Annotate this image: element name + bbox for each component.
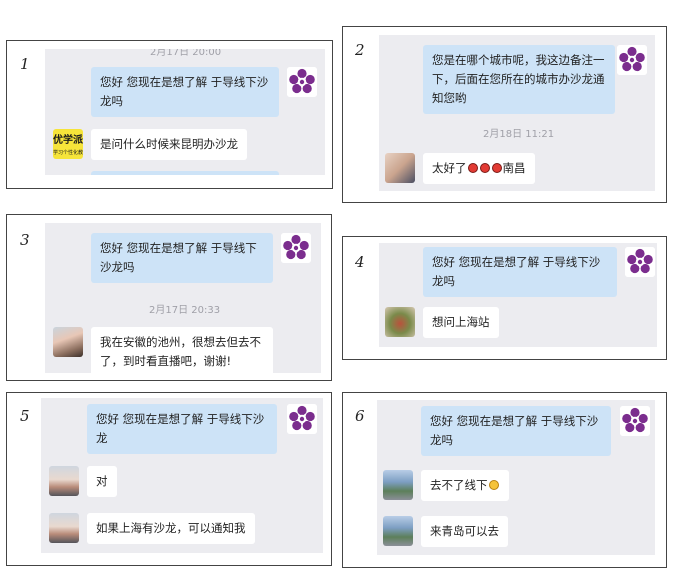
chat-panel-5: 5 您好 您现在是想了解 于导线下沙龙 对 如果上海有沙龙，可以通知我	[6, 392, 332, 566]
brand-flower-avatar[interactable]	[281, 233, 311, 263]
chat-panel-1: 1 2月17日 20:00 您好 您现在是想了解 于导线下沙龙吗 优学派学习个性…	[6, 40, 333, 189]
red-flower-emoji-icon	[479, 163, 490, 173]
panel-number: 6	[355, 407, 365, 425]
timestamp: 2月17日 20:33	[149, 305, 221, 316]
chat-panel-6: 6 您好 您现在是想了解 于导线下沙龙吗 去不了线下 来青岛可以去	[342, 392, 667, 568]
avatar[interactable]	[383, 516, 413, 546]
message-bubble-outgoing-partial	[91, 171, 279, 175]
avatar-brand-text: 优学派	[53, 135, 83, 146]
brand-flower-avatar[interactable]	[625, 247, 655, 277]
panel-number: 1	[20, 55, 30, 73]
chat-window: 您好 您现在是想了解 于导线下沙龙吗 去不了线下 来青岛可以去	[377, 400, 655, 555]
chat-window: 您是在哪个城市呢，我这边备注一下，后面在您所在的城市办沙龙通知您哟 2月18日 …	[379, 35, 655, 191]
message-bubble-incoming[interactable]: 去不了线下	[421, 470, 509, 501]
avatar[interactable]	[385, 307, 415, 337]
message-bubble-incoming[interactable]: 如果上海有沙龙，可以通知我	[87, 513, 255, 544]
message-bubble-outgoing[interactable]: 您是在哪个城市呢，我这边备注一下，后面在您所在的城市办沙龙通知您哟	[423, 45, 615, 114]
avatar[interactable]	[49, 466, 79, 496]
chat-window: 您好 您现在是想了解 于导线下沙龙吗 想问上海站	[379, 243, 657, 347]
flower-logo-icon	[287, 404, 317, 434]
message-text: 南昌	[502, 161, 526, 175]
message-bubble-outgoing[interactable]: 您好 您现在是想了解 于导线下沙龙吗	[91, 67, 279, 117]
red-flower-emoji-icon	[467, 163, 478, 173]
avatar[interactable]: 优学派学习个性化教育	[53, 129, 83, 159]
message-text: 去不了线下	[430, 478, 488, 492]
flower-logo-icon	[625, 247, 655, 277]
avatar[interactable]	[385, 153, 415, 183]
chat-panel-3: 3 您好 您现在是想了解 于导线下沙龙吗 2月17日 20:33 我在安徽的池州…	[6, 214, 332, 381]
chat-window: 2月17日 20:00 您好 您现在是想了解 于导线下沙龙吗 优学派学习个性化教…	[45, 49, 325, 175]
smiling-face-emoji-icon	[488, 480, 499, 490]
message-bubble-incoming[interactable]: 是问什么时候来昆明办沙龙	[91, 129, 247, 160]
avatar[interactable]	[383, 470, 413, 500]
chat-window: 您好 您现在是想了解 于导线下沙龙吗 2月17日 20:33 我在安徽的池州，很…	[45, 223, 321, 373]
message-bubble-outgoing[interactable]: 您好 您现在是想了解 于导线下沙龙吗	[421, 406, 611, 456]
red-flower-emoji-icon	[491, 163, 502, 173]
flower-logo-icon	[287, 67, 317, 97]
flower-logo-icon	[617, 45, 647, 75]
message-bubble-incoming[interactable]: 太好了 南昌	[423, 153, 535, 184]
message-bubble-outgoing[interactable]: 您好 您现在是想了解 于导线下沙龙	[87, 404, 277, 454]
message-bubble-incoming[interactable]: 来青岛可以去	[421, 516, 508, 547]
timestamp: 2月18日 11:21	[483, 129, 555, 140]
brand-flower-avatar[interactable]	[287, 67, 317, 97]
brand-flower-avatar[interactable]	[620, 406, 650, 436]
avatar[interactable]	[49, 513, 79, 543]
panel-number: 5	[20, 407, 30, 425]
message-text: 太好了	[432, 161, 467, 175]
panel-number: 2	[355, 41, 365, 59]
panel-number: 4	[355, 253, 365, 271]
message-bubble-outgoing[interactable]: 您好 您现在是想了解 于导线下沙龙吗	[91, 233, 273, 283]
message-bubble-incoming[interactable]: 对	[87, 466, 117, 497]
chat-window: 您好 您现在是想了解 于导线下沙龙 对 如果上海有沙龙，可以通知我	[41, 398, 323, 553]
flower-logo-icon	[281, 233, 311, 263]
message-bubble-outgoing[interactable]: 您好 您现在是想了解 于导线下沙龙吗	[423, 247, 617, 297]
brand-flower-avatar[interactable]	[287, 404, 317, 434]
avatar-brand-subtext: 学习个性化教育	[53, 150, 83, 156]
message-bubble-incoming[interactable]: 想问上海站	[423, 307, 499, 338]
avatar[interactable]	[53, 327, 83, 357]
panel-number: 3	[20, 231, 30, 249]
timestamp: 2月17日 20:00	[150, 49, 222, 58]
flower-logo-icon	[620, 406, 650, 436]
message-bubble-incoming[interactable]: 我在安徽的池州，很想去但去不了，到时看直播吧，谢谢!	[91, 327, 273, 373]
chat-panel-4: 4 您好 您现在是想了解 于导线下沙龙吗 想问上海站	[342, 236, 667, 360]
brand-flower-avatar[interactable]	[617, 45, 647, 75]
chat-panel-2: 2 您是在哪个城市呢，我这边备注一下，后面在您所在的城市办沙龙通知您哟 2月18…	[342, 26, 667, 203]
